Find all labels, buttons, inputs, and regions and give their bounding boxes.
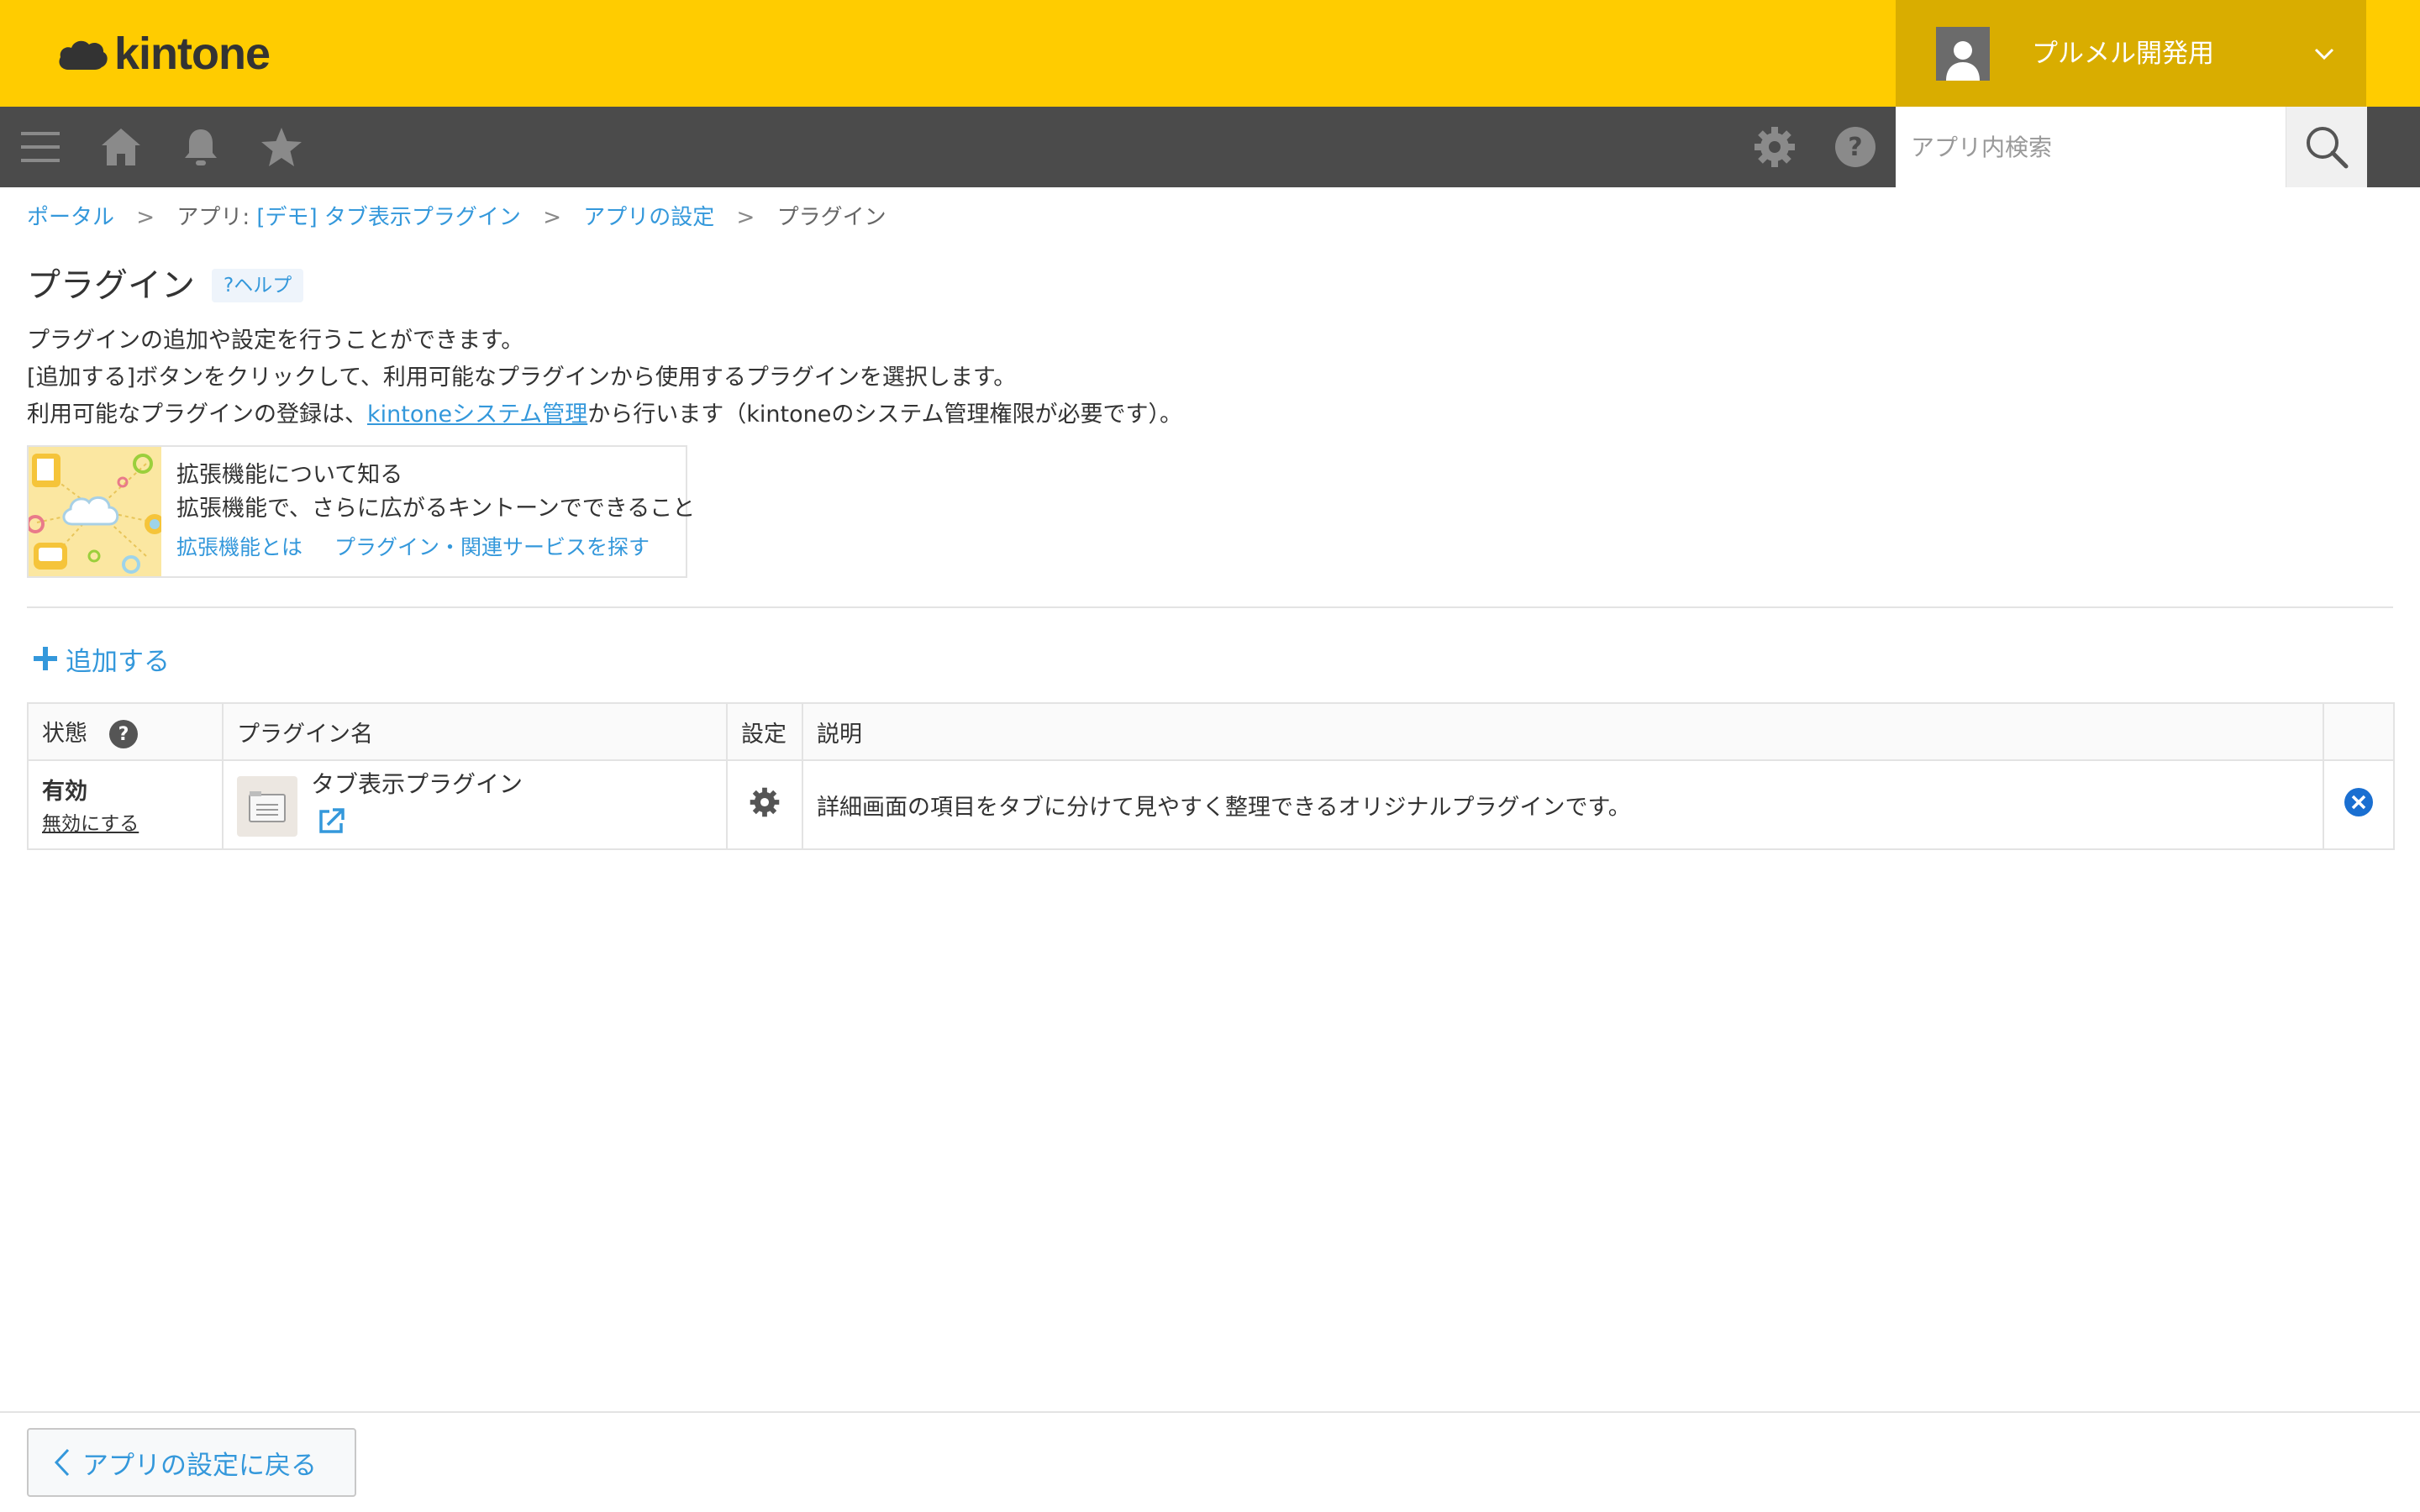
status-help-icon[interactable]: ? <box>109 720 138 749</box>
breadcrumb-separator: > <box>736 205 755 230</box>
search-input[interactable] <box>1896 107 2286 187</box>
description-text: から行います（kintoneのシステム管理権限が必要です）。 <box>587 402 1183 428</box>
footer-divider <box>0 1411 2420 1413</box>
column-header-remove <box>2323 702 2395 761</box>
disable-plugin-link[interactable]: 無効にする <box>42 809 139 839</box>
status-cell: 有効 無効にする <box>27 759 224 850</box>
chevron-left-icon <box>54 1448 70 1477</box>
help-link[interactable]: ?ヘルプ <box>212 269 304 302</box>
external-link-icon[interactable] <box>316 806 346 837</box>
description-line: [追加する]ボタンをクリックして、利用可能なプラグインから使用するプラグインを選… <box>27 365 1017 391</box>
breadcrumb-portal[interactable]: ポータル <box>27 205 114 230</box>
description-line: プラグインの追加や設定を行うことができます。 <box>27 328 524 354</box>
plus-icon <box>34 647 57 670</box>
logo-text: kintone <box>114 29 271 79</box>
add-plugin-label: 追加する <box>66 646 170 677</box>
description-text: 利用可能なプラグインの登録は、 <box>27 402 367 428</box>
breadcrumb-separator: > <box>543 205 561 230</box>
chevron-down-icon <box>2314 48 2334 60</box>
what-are-extensions-link[interactable]: 拡張機能とは <box>176 535 302 559</box>
breadcrumb-current: プラグイン <box>776 205 886 230</box>
table-row: 有効 無効にする タブ表示プラグイン 詳細画面の項目をタブに分けて見やすく整理で… <box>27 759 2395 850</box>
status-label: 有効 <box>42 779 87 805</box>
plugin-name: タブ表示プラグイン <box>311 770 523 798</box>
remove-cell <box>2323 759 2395 850</box>
settings-cell <box>726 759 803 850</box>
gear-icon[interactable] <box>1751 123 1798 171</box>
account-menu[interactable]: プルメル開発用 <box>1896 0 2366 107</box>
column-header-settings: 設定 <box>726 702 803 761</box>
help-icon[interactable]: ? <box>1832 123 1879 171</box>
page-title: プラグイン <box>27 266 195 305</box>
breadcrumb-app-prefix: アプリ: <box>176 205 257 230</box>
menu-icon[interactable] <box>17 123 64 171</box>
kintone-logo[interactable]: kintone <box>57 25 271 82</box>
page-description: プラグインの追加や設定を行うことができます。 [追加する]ボタンをクリックして、… <box>27 323 1182 433</box>
user-avatar-icon <box>1936 27 1990 81</box>
status-header-label: 状態 <box>42 720 87 747</box>
back-to-app-settings-button[interactable]: アプリの設定に戻る <box>27 1428 356 1497</box>
plugin-table: 状態? プラグイン名 設定 説明 有効 無効にする タブ表示プラグイン 詳細画面… <box>27 702 2395 850</box>
promo-title: 拡張機能について知る <box>176 462 403 488</box>
breadcrumb-app[interactable]: [デモ] タブ表示プラグイン <box>256 205 521 230</box>
promo-subtitle: 拡張機能で、さらに広がるキントーンでできること <box>176 496 696 522</box>
global-header: kintone プルメル開発用 <box>0 0 2420 107</box>
find-plugins-link[interactable]: プラグイン・関連サービスを探す <box>334 535 650 559</box>
table-header-row: 状態? プラグイン名 設定 説明 <box>27 702 2395 761</box>
column-header-description: 説明 <box>802 702 2324 761</box>
column-header-status: 状態? <box>27 702 224 761</box>
plugin-description: 詳細画面の項目をタブに分けて見やすく整理できるオリジナルプラグインです。 <box>802 759 2324 850</box>
add-plugin-button[interactable]: 追加する <box>32 635 170 682</box>
bell-icon[interactable] <box>177 123 224 171</box>
star-icon[interactable] <box>258 123 305 171</box>
app-search <box>1896 107 2367 187</box>
breadcrumb: ポータル > アプリ: [デモ] タブ表示プラグイン > アプリの設定 > プラ… <box>27 199 886 236</box>
back-button-label: アプリの設定に戻る <box>82 1450 317 1481</box>
promo-links: 拡張機能とは プラグイン・関連サービスを探す <box>176 531 675 564</box>
description-line: 利用可能なプラグインの登録は、kintoneシステム管理から行います（kinto… <box>27 396 1182 433</box>
section-divider <box>27 606 2393 608</box>
system-admin-link[interactable]: kintoneシステム管理 <box>367 402 587 428</box>
remove-plugin-icon[interactable] <box>2344 787 2374 817</box>
search-button[interactable] <box>2286 107 2367 187</box>
column-header-name: プラグイン名 <box>222 702 728 761</box>
search-icon <box>2307 127 2349 169</box>
home-icon[interactable] <box>97 123 145 171</box>
plugin-icon <box>237 776 297 837</box>
plugin-name-cell: タブ表示プラグイン <box>222 759 728 850</box>
account-name: プルメル開発用 <box>2032 39 2214 69</box>
breadcrumb-separator: > <box>136 205 155 230</box>
plugin-settings-gear-icon[interactable] <box>750 787 780 817</box>
extensions-promo: 拡張機能について知る 拡張機能で、さらに広がるキントーンでできること 拡張機能と… <box>27 445 695 578</box>
cloud-logo-icon <box>59 40 108 70</box>
extensions-illustration <box>29 447 161 576</box>
breadcrumb-app-settings[interactable]: アプリの設定 <box>583 205 714 230</box>
svg-text:?: ? <box>1848 133 1862 162</box>
